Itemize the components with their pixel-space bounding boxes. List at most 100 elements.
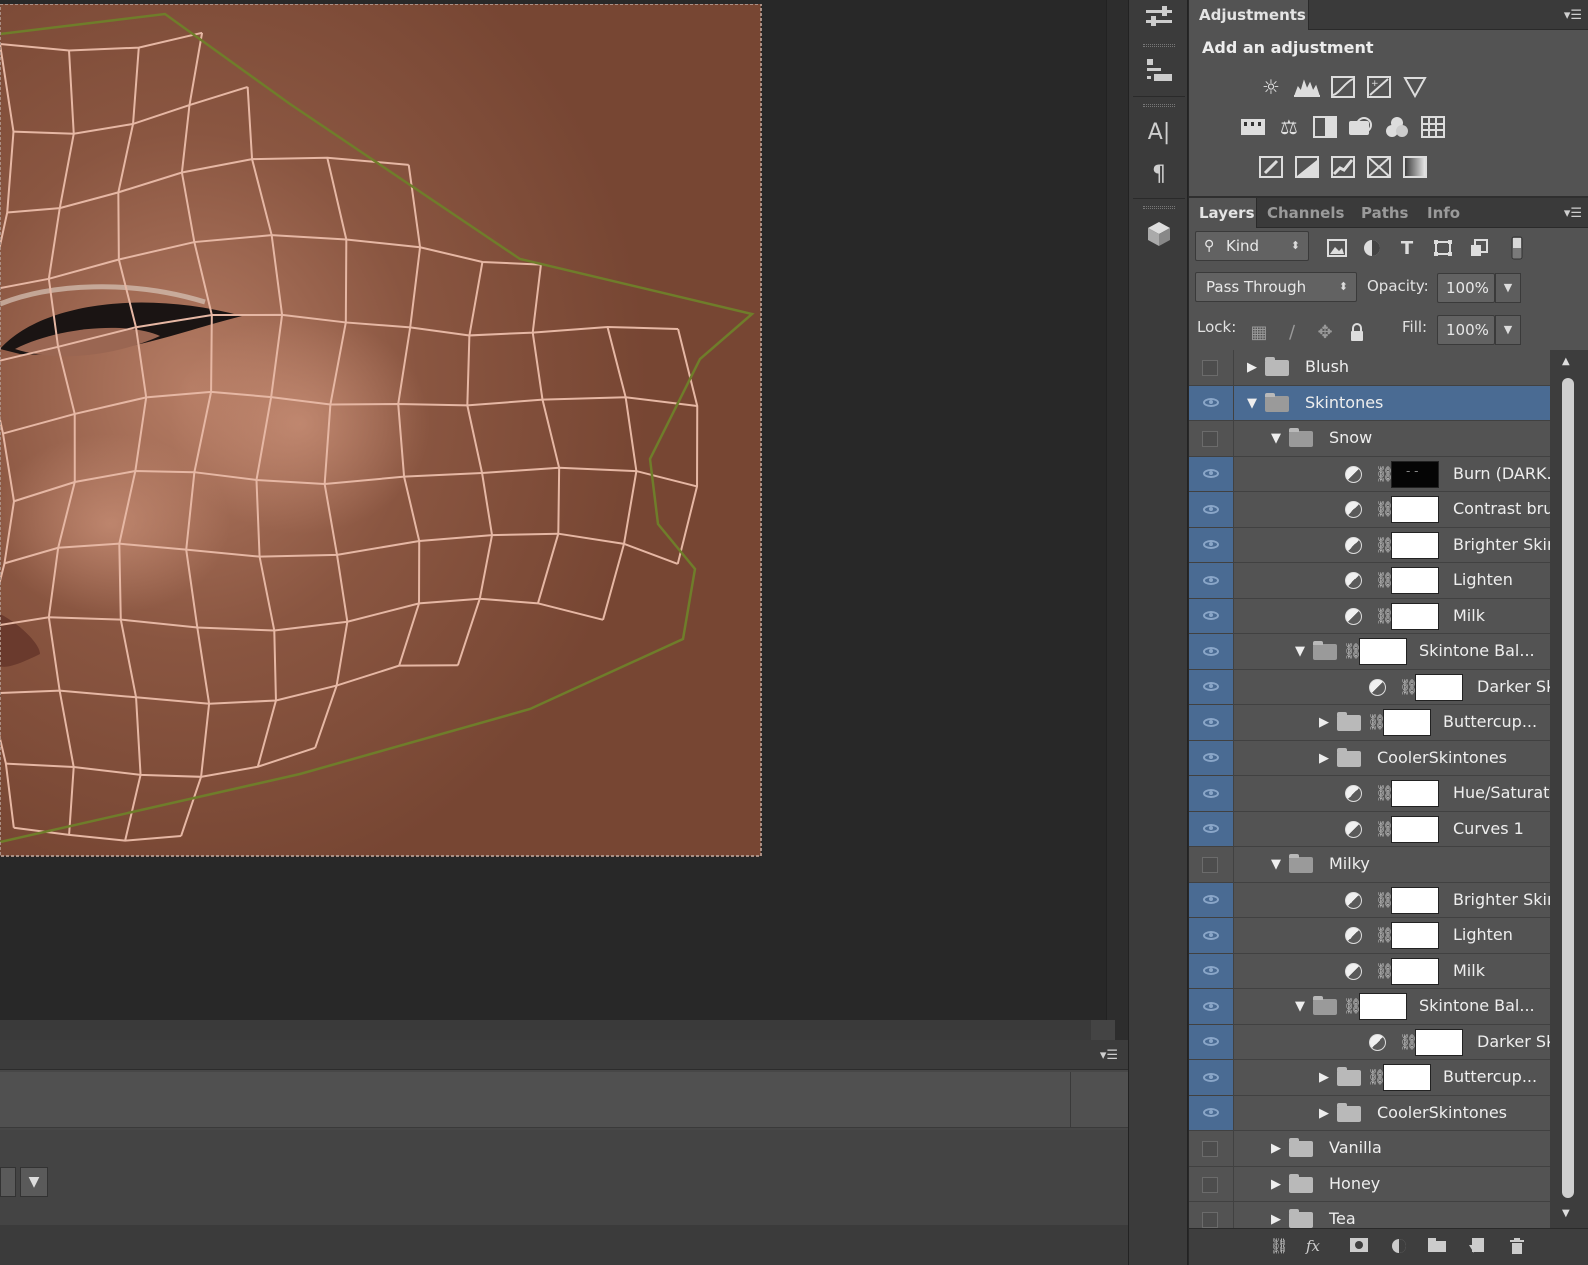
layer-row[interactable]: ▼ Snow	[1189, 421, 1550, 457]
layer-row[interactable]: ▼ ⛓ Skintone Bal...	[1189, 634, 1550, 670]
layer-row[interactable]: ⛓ Brighter Skin	[1189, 527, 1550, 563]
new-layer-icon[interactable]	[1465, 1237, 1489, 1257]
visibility-cell[interactable]	[1189, 882, 1234, 917]
layer-row[interactable]: ▼ Milky	[1189, 847, 1550, 883]
tab-layers[interactable]: Layers	[1189, 198, 1257, 228]
layer-row[interactable]: ▶ CoolerSkintones	[1189, 1095, 1550, 1131]
layer-mask-thumbnail[interactable]	[1383, 1064, 1431, 1091]
layer-mask-thumbnail[interactable]	[1391, 567, 1439, 594]
eye-icon[interactable]	[1201, 893, 1221, 907]
mask-link-icon[interactable]: ⛓	[1375, 464, 1394, 484]
lock-image-pixels-icon[interactable]: ∕	[1280, 320, 1304, 344]
visibility-cell[interactable]	[1189, 634, 1234, 669]
eye-icon[interactable]	[1201, 538, 1221, 552]
expand-arrow-icon[interactable]: ▶	[1269, 1177, 1283, 1192]
layer-row[interactable]: ⛓ Darker Skin	[1189, 669, 1550, 705]
panel-menu-icon[interactable]: ▾☰	[1564, 206, 1582, 221]
dropdown-field[interactable]	[0, 1167, 16, 1197]
layer-mask-thumbnail[interactable]	[1391, 815, 1439, 843]
blend-mode-select[interactable]: Pass Through ⬍	[1195, 272, 1357, 302]
eye-icon[interactable]	[1201, 396, 1221, 410]
layer-row[interactable]: ⛓ Curves 1	[1189, 811, 1550, 847]
visibility-cell[interactable]	[1189, 1024, 1234, 1059]
layer-row[interactable]: ▶ Honey	[1189, 1166, 1550, 1202]
layer-row[interactable]: ⛓ Milk	[1189, 953, 1550, 989]
type-filter-icon[interactable]: T	[1395, 236, 1419, 260]
filter-kind-select[interactable]: ⚲ Kind ⬍	[1195, 231, 1309, 261]
link-layers-icon[interactable]: ⛓	[1267, 1237, 1291, 1257]
posterize-icon[interactable]	[1293, 153, 1321, 181]
delete-icon[interactable]	[1505, 1237, 1529, 1257]
lock-position-icon[interactable]: ✥	[1313, 320, 1337, 344]
layer-mask-thumbnail[interactable]	[1391, 780, 1439, 807]
layer-mask-thumbnail[interactable]	[1391, 531, 1439, 559]
eye-icon[interactable]	[1201, 644, 1221, 658]
mask-link-icon[interactable]: ⛓	[1375, 819, 1394, 839]
mask-link-icon[interactable]: ⛓	[1375, 961, 1394, 981]
layer-mask-thumbnail[interactable]	[1391, 602, 1439, 630]
visibility-toggle-empty[interactable]	[1202, 360, 1218, 376]
visibility-cell[interactable]	[1189, 350, 1234, 385]
expand-arrow-icon[interactable]: ▶	[1317, 715, 1331, 730]
exposure-icon[interactable]: +	[1365, 73, 1393, 101]
adjustment-filter-icon[interactable]	[1360, 236, 1384, 260]
mask-link-icon[interactable]: ⛓	[1367, 1067, 1386, 1087]
lock-transparent-pixels-icon[interactable]: ▦	[1247, 320, 1271, 344]
panel-menu-icon[interactable]: ▾☰	[1100, 1048, 1118, 1063]
layer-mask-thumbnail[interactable]	[1415, 1028, 1463, 1056]
tab-adjustments[interactable]: Adjustments	[1189, 0, 1309, 30]
expand-arrow-icon[interactable]: ▶	[1317, 1106, 1331, 1121]
pixel-filter-icon[interactable]	[1325, 236, 1349, 260]
visibility-cell[interactable]	[1189, 989, 1234, 1024]
face-image-with-mesh[interactable]	[0, 4, 770, 866]
opacity-dropdown-button[interactable]: ▼	[1495, 273, 1521, 303]
visibility-cell[interactable]	[1189, 918, 1234, 953]
properties-icon[interactable]	[1141, 0, 1177, 36]
document-canvas[interactable]	[0, 4, 770, 866]
selective-color-icon[interactable]	[1365, 153, 1393, 181]
3d-cube-icon[interactable]	[1141, 216, 1177, 252]
shape-filter-icon[interactable]	[1431, 236, 1455, 260]
visibility-cell[interactable]	[1189, 811, 1234, 846]
black-white-icon[interactable]	[1311, 113, 1339, 141]
eye-icon[interactable]	[1201, 715, 1221, 729]
mask-link-icon[interactable]: ⛓	[1399, 1032, 1418, 1052]
mask-link-icon[interactable]: ⛓	[1343, 996, 1362, 1016]
visibility-toggle-empty[interactable]	[1202, 1141, 1218, 1157]
threshold-icon[interactable]	[1329, 153, 1357, 181]
scroll-up-arrow-icon[interactable]: ▲	[1562, 356, 1570, 367]
eye-icon[interactable]	[1201, 999, 1221, 1013]
mask-link-icon[interactable]: ⛓	[1375, 570, 1394, 590]
color-balance-icon[interactable]: ⚖	[1275, 113, 1303, 141]
tab-info[interactable]: Info	[1417, 198, 1470, 228]
expand-arrow-icon[interactable]: ▶	[1269, 1141, 1283, 1156]
layer-row[interactable]: ▼ Skintones	[1189, 385, 1550, 421]
collapse-arrow-icon[interactable]: ▼	[1293, 644, 1307, 659]
visibility-cell[interactable]	[1189, 705, 1234, 740]
eye-icon[interactable]	[1201, 1070, 1221, 1084]
layer-row[interactable]: ▶ Blush	[1189, 350, 1550, 386]
layer-row[interactable]: ⛓ Brighter Skin	[1189, 882, 1550, 918]
eye-icon[interactable]	[1201, 751, 1221, 765]
mask-link-icon[interactable]: ⛓	[1375, 535, 1394, 555]
expand-arrow-icon[interactable]: ▶	[1245, 360, 1259, 375]
hue-saturation-icon[interactable]	[1239, 113, 1267, 141]
visibility-cell[interactable]	[1189, 1060, 1234, 1095]
layer-mask-thumbnail[interactable]	[1359, 638, 1407, 665]
eye-icon[interactable]	[1201, 680, 1221, 694]
curves-icon[interactable]	[1329, 73, 1357, 101]
invert-icon[interactable]	[1257, 153, 1285, 181]
dock-grip[interactable]	[1143, 44, 1175, 47]
mask-link-icon[interactable]: ⛓	[1375, 783, 1394, 803]
visibility-toggle-empty[interactable]	[1202, 1176, 1218, 1193]
eye-icon[interactable]	[1201, 502, 1221, 516]
visibility-cell[interactable]	[1189, 492, 1234, 527]
new-adjustment-icon[interactable]	[1387, 1237, 1411, 1257]
visibility-cell[interactable]	[1189, 776, 1234, 811]
layer-mask-thumbnail[interactable]	[1391, 886, 1439, 914]
eye-icon[interactable]	[1201, 786, 1221, 800]
expand-arrow-icon[interactable]: ▶	[1269, 1212, 1283, 1227]
layer-row[interactable]: ⛓ Hue/Saturati...	[1189, 776, 1550, 812]
visibility-cell[interactable]	[1189, 385, 1234, 420]
collapse-arrow-icon[interactable]: ▼	[1245, 396, 1259, 411]
